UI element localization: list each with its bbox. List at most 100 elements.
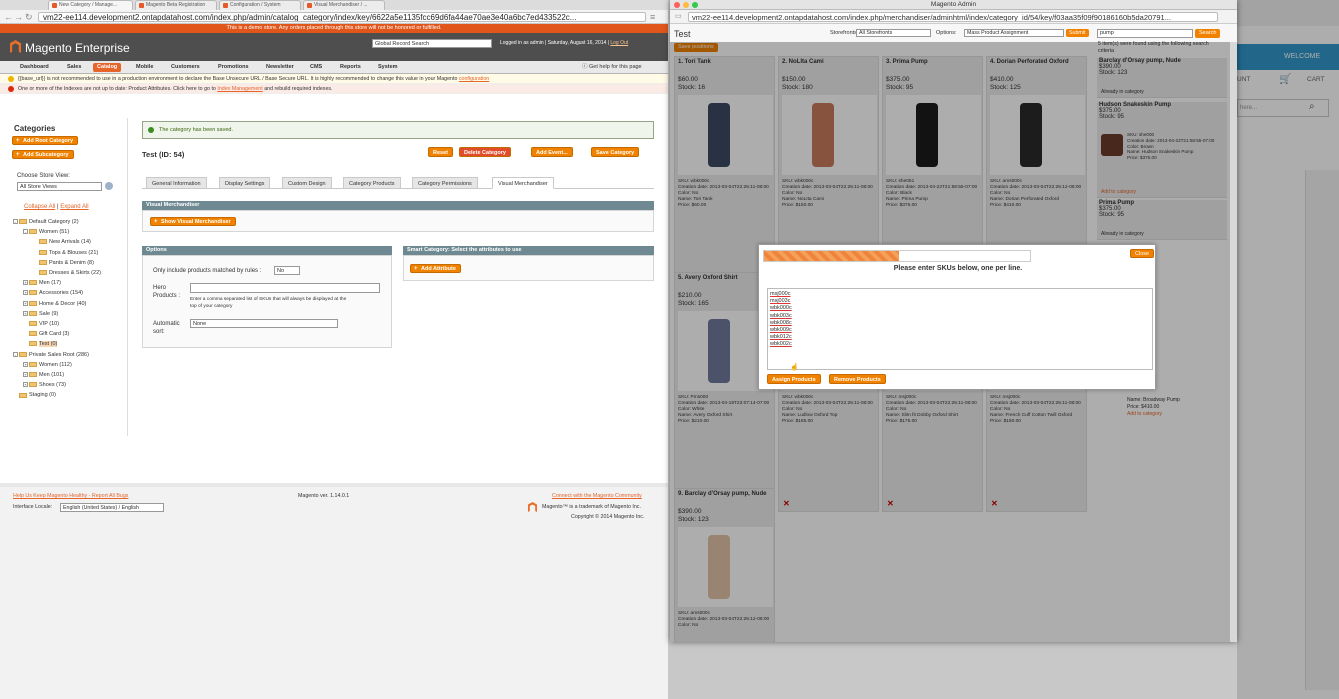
folder-icon xyxy=(29,290,37,296)
tree-node[interactable]: Pants & Denim (8) xyxy=(13,258,101,268)
tab-visual-merchandiser[interactable]: Visual Merchandiser xyxy=(492,177,554,189)
locale-select[interactable]: English (United States) / English xyxy=(60,503,164,512)
configuration-link[interactable]: configuration xyxy=(459,76,489,82)
add-attribute-button[interactable]: Add Attribute xyxy=(410,264,461,274)
browser-tab[interactable]: Magento Beta Registration xyxy=(135,0,217,10)
expand-icon[interactable]: + xyxy=(23,280,28,286)
global-search-input[interactable]: Global Record Search xyxy=(372,39,492,48)
collapse-icon[interactable]: - xyxy=(13,219,18,225)
tree-node[interactable]: Tops & Blouses (21) xyxy=(13,248,101,258)
nav-newsletter[interactable]: Newsletter xyxy=(262,63,298,72)
favicon-icon xyxy=(223,3,228,8)
only-include-select[interactable]: No xyxy=(274,266,300,275)
tree-node[interactable]: + Home & Decor (40) xyxy=(13,299,101,309)
tree-node-label: Tops & Blouses (21) xyxy=(49,249,99,256)
sku-line: msj003c xyxy=(770,298,791,305)
tree-node[interactable]: + Sale (9) xyxy=(13,309,101,319)
index-management-link[interactable]: Index Management xyxy=(217,86,262,92)
logout-link[interactable]: Log Out xyxy=(610,40,628,46)
nav-promotions[interactable]: Promotions xyxy=(214,63,253,72)
tab-category-products[interactable]: Category Products xyxy=(343,177,401,189)
back-icon[interactable]: ← xyxy=(4,12,13,22)
add-subcategory-button[interactable]: Add Subcategory xyxy=(12,150,74,160)
menu-icon[interactable]: ≡ xyxy=(650,12,655,22)
store-view-select[interactable]: All Store Views xyxy=(17,182,102,191)
hero-products-input[interactable] xyxy=(190,283,380,293)
browser-tab[interactable]: New Category / Manage... xyxy=(48,0,133,10)
nav-mobile[interactable]: Mobile xyxy=(132,63,157,72)
popup-titlebar: Magento Admin xyxy=(670,0,1237,10)
expand-icon[interactable]: + xyxy=(23,382,28,388)
tree-node[interactable]: Staging (0) xyxy=(13,390,101,400)
remove-products-button[interactable]: Remove Products xyxy=(829,374,886,384)
folder-icon xyxy=(19,351,27,357)
tree-node-label: Accessories (154) xyxy=(39,290,84,297)
expand-icon[interactable]: + xyxy=(23,361,28,367)
tree-node[interactable]: + Women (112) xyxy=(13,360,101,370)
auto-sort-select[interactable]: None xyxy=(190,319,338,328)
options-select[interactable]: Mass Product Assignment xyxy=(964,29,1064,37)
nav-customers[interactable]: Customers xyxy=(167,63,204,72)
popup-scrollbar[interactable] xyxy=(1230,42,1237,642)
nav-dashboard[interactable]: Dashboard xyxy=(16,63,53,72)
tab-category-permissions[interactable]: Category Permissions xyxy=(412,177,478,189)
show-visual-merchandiser-button[interactable]: Show Visual Merchandiser xyxy=(150,217,236,227)
assign-products-button[interactable]: Assign Products xyxy=(767,374,821,384)
browser-tab[interactable]: Visual Merchandiser / ... xyxy=(303,0,385,10)
close-modal-button[interactable]: Close xyxy=(1130,249,1155,258)
tree-node[interactable]: + Accessories (154) xyxy=(13,288,101,298)
expand-icon[interactable]: + xyxy=(23,300,28,306)
add-root-category-button[interactable]: Add Root Category xyxy=(12,136,79,146)
collapse-all-link[interactable]: Collapse All xyxy=(24,204,55,210)
storefronts-select[interactable]: All Storefronts xyxy=(856,29,931,37)
collapse-icon[interactable]: - xyxy=(23,229,28,235)
browser-tab[interactable]: Configuration / System xyxy=(219,0,301,10)
submit-button[interactable]: Submit xyxy=(1066,29,1089,37)
community-link[interactable]: Connect with the Magento Community xyxy=(552,493,642,499)
add-event-button[interactable]: Add Event... xyxy=(531,147,573,157)
help-link[interactable]: ⓘ Get help for this page xyxy=(578,63,646,72)
tab-custom-design[interactable]: Custom Design xyxy=(282,177,332,189)
nav-system[interactable]: System xyxy=(374,63,402,72)
zoom-window-icon[interactable] xyxy=(692,2,698,8)
tree-node[interactable]: - Women (51) xyxy=(13,227,101,237)
tree-node[interactable]: New Arrivals (14) xyxy=(13,237,101,247)
tab-display-settings[interactable]: Display Settings xyxy=(219,177,271,189)
tree-node[interactable]: Gift Card (3) xyxy=(13,329,101,339)
expand-icon[interactable]: + xyxy=(23,310,28,316)
tree-node[interactable]: Dresses & Skirts (22) xyxy=(13,268,101,278)
nav-catalog[interactable]: Catalog xyxy=(93,63,122,72)
nav-sales[interactable]: Sales xyxy=(63,63,85,72)
save-category-button[interactable]: Save Category xyxy=(591,147,640,157)
store-view-label: Choose Store View: xyxy=(17,173,70,179)
delete-category-button[interactable]: Delete Category xyxy=(459,147,511,157)
tree-node[interactable]: + Men (17) xyxy=(13,278,101,288)
product-search-input[interactable]: pump xyxy=(1097,29,1193,38)
tree-node[interactable]: + Shoes (73) xyxy=(13,380,101,390)
reset-button[interactable]: Reset xyxy=(428,147,453,157)
expand-all-link[interactable]: Expand All xyxy=(60,204,88,210)
minimize-window-icon[interactable] xyxy=(683,2,689,8)
search-button[interactable]: Search xyxy=(1195,29,1221,38)
reload-icon[interactable]: ↻ xyxy=(25,12,33,23)
tab-general-information[interactable]: General Information xyxy=(146,177,207,189)
expand-icon[interactable]: + xyxy=(23,372,28,378)
forward-icon[interactable]: → xyxy=(14,12,23,22)
sku-line: wbk009c xyxy=(770,327,792,334)
collapse-expand: Collapse All | Expand All xyxy=(24,204,89,210)
tree-node[interactable]: + Men (101) xyxy=(13,370,101,380)
tree-node[interactable]: - Private Sales Root (286) xyxy=(13,350,101,360)
url-field[interactable]: vm22-ee114.development2.ontapdatahost.co… xyxy=(38,12,646,22)
category-title: Test xyxy=(674,29,691,39)
sku-textarea[interactable]: msj000c msj003c wbk000c wbk003c wbk008c wbk00… xyxy=(767,288,1153,370)
collapse-icon[interactable]: - xyxy=(13,351,18,357)
nav-reports[interactable]: Reports xyxy=(336,63,365,72)
tree-node[interactable]: Test (0) xyxy=(13,339,101,349)
expand-icon[interactable]: + xyxy=(23,290,28,296)
tree-node[interactable]: VIP (10) xyxy=(13,319,101,329)
nav-cms[interactable]: CMS xyxy=(306,63,326,72)
tree-node[interactable]: - Default Category (2) xyxy=(13,217,101,227)
report-bugs-link[interactable]: Help Us Keep Magento Healthy - Report Al… xyxy=(13,493,128,499)
close-window-icon[interactable] xyxy=(674,2,680,8)
popup-url-field[interactable]: vm22-ee114.development2.ontapdatahost.co… xyxy=(688,12,1218,22)
